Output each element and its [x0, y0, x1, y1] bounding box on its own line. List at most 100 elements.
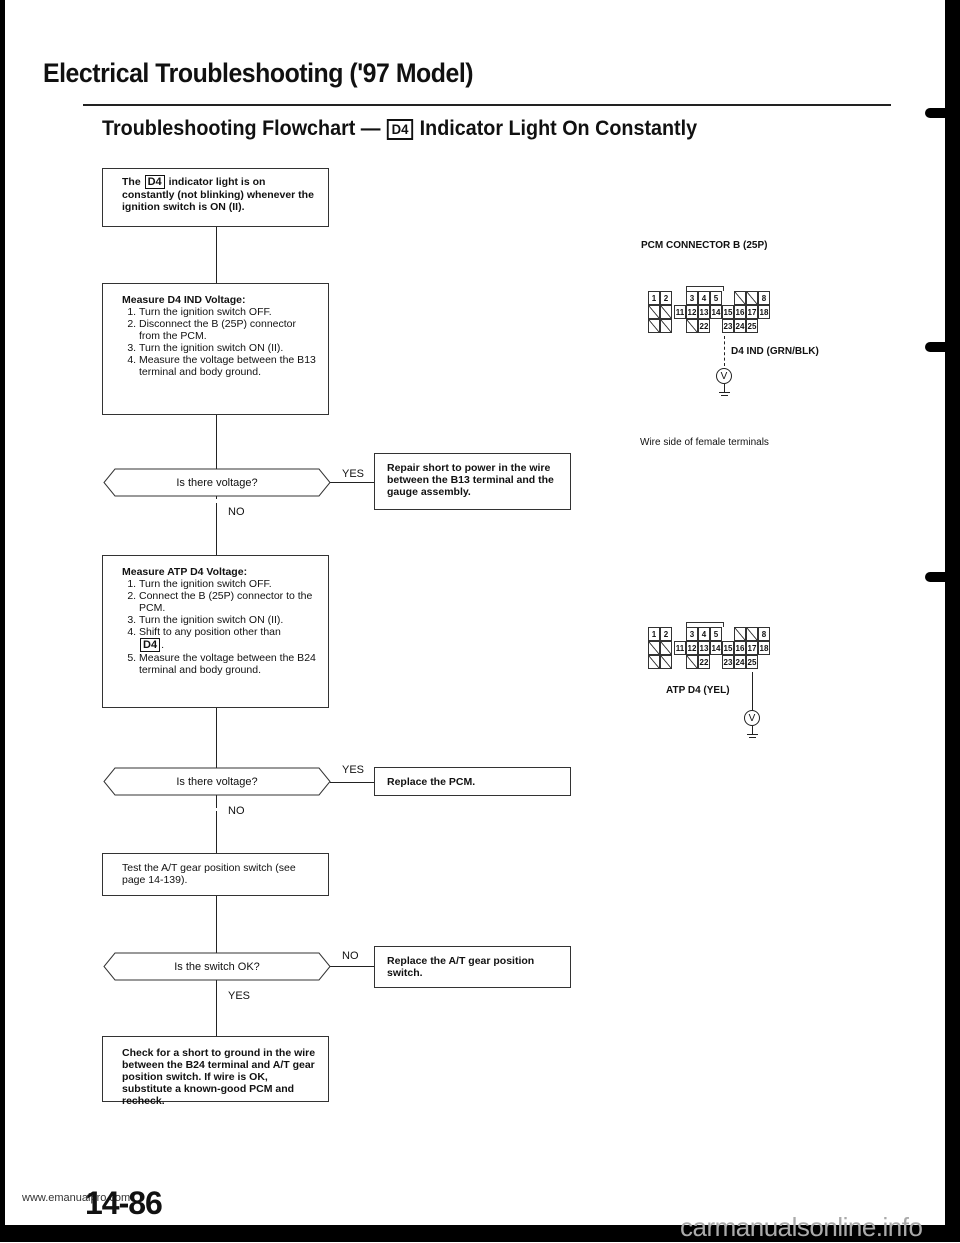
test-gear-switch-box: Test the A/T gear position switch (see p… — [102, 853, 329, 896]
flow-line-no — [330, 966, 375, 967]
step-heading: Measure ATP D4 Voltage: — [122, 566, 248, 578]
connector-terminal-1: 1 — [648, 627, 660, 641]
connector-cavity-unused — [660, 305, 672, 319]
d4-indicator-badge: D4 — [386, 118, 414, 140]
connector-terminal-1: 1 — [648, 291, 660, 305]
connector-terminal-14: 14 — [710, 305, 722, 319]
probe-wire — [752, 672, 753, 712]
d4-ind-wire-label: D4 IND (GRN/BLK) — [731, 346, 819, 357]
connector-terminal-2: 2 — [660, 627, 672, 641]
decision-question: Is there voltage? — [176, 775, 258, 788]
binding-notch — [925, 572, 947, 582]
pcm-connector-b-diagram: 1 2 3 4 5 8 11 12 13 14 15 16 17 18 22 23 24 25 — [648, 622, 778, 677]
connector-terminal-16: 16 — [734, 641, 746, 655]
connector-cavity-unused — [648, 319, 660, 333]
decision-voltage-2: Is there voltage? — [103, 767, 331, 796]
connector-terminal-5: 5 — [710, 291, 722, 305]
connector-terminal-12: 12 — [686, 305, 698, 319]
watermark-right: carmanualsonline.info — [680, 1212, 923, 1242]
no-label: NO — [342, 950, 359, 962]
replace-gear-switch-box: Replace the A/T gear position switch. — [374, 946, 571, 988]
no-label: NO — [228, 805, 245, 817]
probe-wire — [724, 336, 726, 366]
measure-atp-d4-voltage-box: Measure ATP D4 Voltage: Turn the ignitio… — [102, 555, 329, 708]
page-number: 14-86 — [85, 1185, 163, 1221]
connector-lock-tab — [686, 622, 724, 627]
flow-line-yes — [330, 782, 375, 783]
connector-cavity-unused — [686, 319, 698, 333]
check-short-to-ground-box: Check for a short to ground in the wire … — [102, 1036, 329, 1107]
connector-cavity-unused — [660, 655, 672, 669]
connector-terminal-11: 11 — [674, 305, 686, 319]
atp-d4-wire-label: ATP D4 (YEL) — [666, 685, 730, 696]
step-item: Connect the B (25P) connector to the PCM… — [139, 590, 318, 614]
connector-terminal-24: 24 — [734, 319, 746, 333]
step-item: Turn the ignition switch OFF. — [139, 578, 318, 590]
connector-cavity-unused — [686, 655, 698, 669]
connector-terminal-23: 23 — [722, 655, 734, 669]
connector-terminal-24: 24 — [734, 655, 746, 669]
connector-terminal-18: 18 — [758, 641, 770, 655]
step-item: Turn the ignition switch OFF. — [139, 306, 318, 318]
decision-voltage-1: Is there voltage? — [103, 468, 331, 497]
ground-wire — [724, 384, 725, 392]
connector-terminal-15: 15 — [722, 641, 734, 655]
connector-cavity-unused — [746, 291, 758, 305]
connector-cavity-unused — [660, 319, 672, 333]
measure-d4-ind-voltage-box: Measure D4 IND Voltage: Turn the ignitio… — [102, 283, 329, 415]
connector-cavity-unused — [746, 627, 758, 641]
step-heading: Measure D4 IND Voltage: — [122, 294, 246, 306]
ground-icon — [721, 395, 728, 396]
connector-terminal-13: 13 — [698, 305, 710, 319]
title-divider — [83, 104, 891, 106]
connector-terminal-22: 22 — [698, 319, 710, 333]
connector-caption: Wire side of female terminals — [640, 437, 769, 448]
d4-indicator-badge: D4 — [144, 175, 165, 189]
connector-cavity-unused — [648, 655, 660, 669]
ground-wire — [752, 726, 753, 734]
connector-cavity-unused — [660, 641, 672, 655]
d4-indicator-badge: D4 — [140, 638, 161, 652]
connector-terminal-25: 25 — [746, 319, 758, 333]
ground-icon — [749, 737, 756, 738]
no-label: NO — [228, 506, 245, 518]
decision-question: Is there voltage? — [176, 476, 258, 489]
flow-line — [216, 503, 217, 560]
replace-pcm-box: Replace the PCM. — [374, 767, 571, 796]
connector-terminal-12: 12 — [686, 641, 698, 655]
step-item: Measure the voltage between the B24 term… — [139, 652, 318, 676]
voltmeter-icon: V — [716, 368, 732, 384]
step-item: Shift to any position other thanD4. — [139, 626, 318, 652]
connector-title: PCM CONNECTOR B (25P) — [641, 240, 768, 251]
symptom-text: The — [122, 175, 141, 188]
decision-switch-ok: Is the switch OK? — [103, 952, 331, 981]
connector-terminal-23: 23 — [722, 319, 734, 333]
connector-terminal-4: 4 — [698, 291, 710, 305]
connector-terminal-15: 15 — [722, 305, 734, 319]
flow-line — [216, 226, 217, 284]
connector-terminal-14: 14 — [710, 641, 722, 655]
symptom-box: The D4 indicator light is on constantly … — [102, 168, 329, 227]
yes-label: YES — [342, 764, 365, 776]
connector-terminal-25: 25 — [746, 655, 758, 669]
voltmeter-icon: V — [744, 710, 760, 726]
connector-cavity-unused — [648, 641, 660, 655]
connector-terminal-5: 5 — [710, 627, 722, 641]
connector-terminal-8: 8 — [758, 291, 770, 305]
section-title-suffix: Indicator Light On Constantly — [419, 117, 698, 140]
connector-terminal-2: 2 — [660, 291, 672, 305]
ground-icon — [719, 392, 730, 393]
section-title-prefix: Troubleshooting Flowchart — — [102, 117, 381, 140]
ground-icon — [747, 734, 758, 735]
connector-terminal-13: 13 — [698, 641, 710, 655]
repair-short-box: Repair short to power in the wire betwee… — [374, 453, 571, 510]
connector-cavity-unused — [648, 305, 660, 319]
page-title: Electrical Troubleshooting ('97 Model) — [43, 58, 474, 88]
step-item: Measure the voltage between the B13 term… — [139, 354, 318, 378]
step-text: Shift to any position other than — [139, 626, 281, 638]
pcm-connector-b-diagram: 1 2 3 4 5 8 11 12 13 14 15 16 17 18 22 23 24 25 — [648, 286, 778, 341]
connector-terminal-3: 3 — [686, 291, 698, 305]
step-item: Turn the ignition switch ON (II). — [139, 614, 318, 626]
decision-question: Is the switch OK? — [174, 960, 260, 973]
yes-label: YES — [228, 990, 251, 1002]
